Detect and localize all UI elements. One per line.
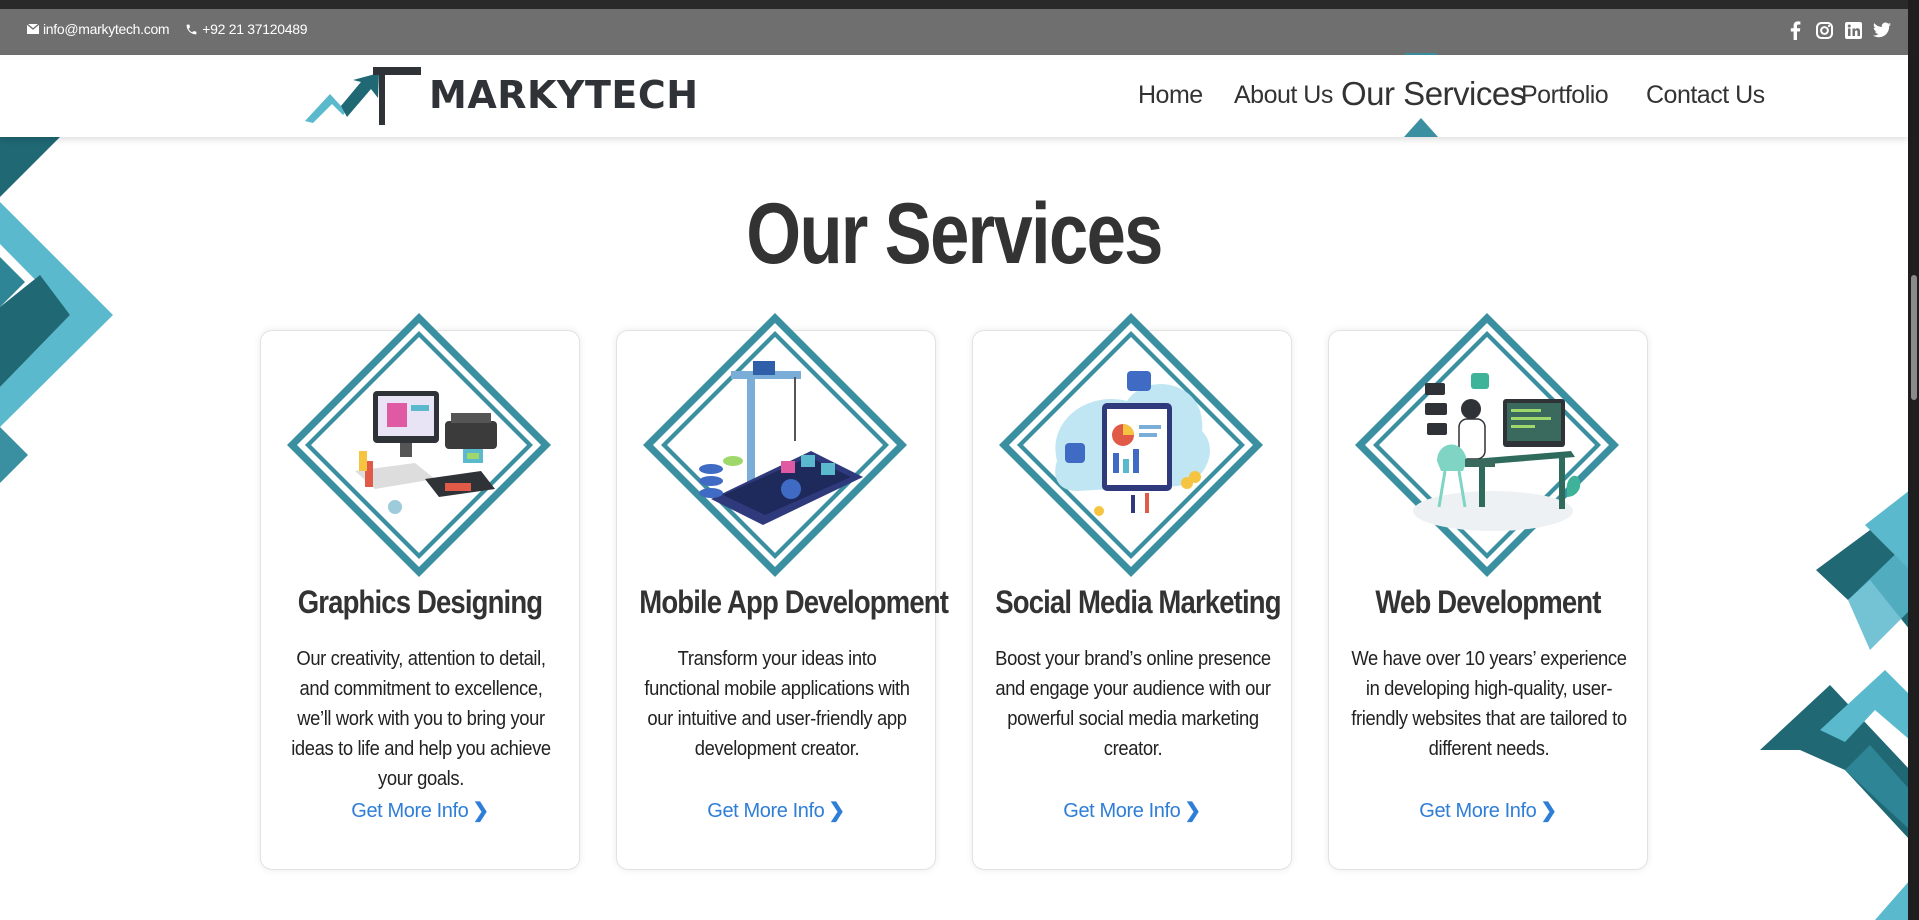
email-link[interactable]: info@markytech.com xyxy=(27,21,170,37)
main-nav: Home About Us Our Services Portfolio Con… xyxy=(1130,75,1765,117)
logo-mark-icon xyxy=(305,67,421,125)
scrollbar-thumb[interactable] xyxy=(1911,275,1917,400)
email-text: info@markytech.com xyxy=(43,21,170,37)
contact-info: info@markytech.com +92 21 37120489 xyxy=(27,21,307,37)
chevron-right-icon: ❯ xyxy=(1540,800,1557,822)
web-development-illustration xyxy=(1355,313,1619,577)
service-card-social-media: Social Media Marketing Boost your brand’… xyxy=(972,313,1292,870)
social-links xyxy=(1786,20,1891,40)
twitter-icon[interactable] xyxy=(1873,21,1891,39)
logo-text: MarkyTech xyxy=(429,73,699,117)
card-title: Social Media Marketing xyxy=(995,584,1281,620)
link-label: Get More Info xyxy=(707,800,825,822)
get-more-info-link[interactable]: Get More Info ❯ xyxy=(617,798,935,823)
envelope-icon xyxy=(27,24,39,34)
mobile-app-illustration xyxy=(643,313,907,577)
logo[interactable]: MarkyTech xyxy=(305,65,699,125)
card-description: Transform your ideas into functional mob… xyxy=(644,648,910,760)
page-scrollbar[interactable] xyxy=(1908,0,1919,920)
left-decoration xyxy=(0,137,113,483)
active-nav-indicator-bottom xyxy=(1404,116,1438,137)
nav-our-services[interactable]: Our Services xyxy=(1341,75,1526,113)
service-card-web-development: Web Development We have over 10 years’ e… xyxy=(1328,313,1648,870)
facebook-icon[interactable] xyxy=(1786,20,1804,40)
social-media-illustration xyxy=(999,313,1263,577)
service-card-graphics: Graphics Designing Our creativity, atten… xyxy=(260,313,580,870)
service-card-mobile-app: Mobile App Development Transform your id… xyxy=(616,313,949,870)
nav-home[interactable]: Home xyxy=(1138,81,1203,110)
right-decoration xyxy=(1760,490,1910,920)
link-label: Get More Info xyxy=(351,800,469,822)
phone-link[interactable]: +92 21 37120489 xyxy=(185,21,307,37)
get-more-info-link[interactable]: Get More Info ❯ xyxy=(1329,798,1647,823)
nav-about-us[interactable]: About Us xyxy=(1234,81,1333,110)
chevron-right-icon: ❯ xyxy=(1184,800,1201,822)
section-title: Our Services xyxy=(746,186,1163,282)
link-label: Get More Info xyxy=(1419,800,1537,822)
card-title: Mobile App Development xyxy=(639,584,949,620)
chevron-right-icon: ❯ xyxy=(828,800,845,822)
main-header: MarkyTech Home About Us Our Services Por… xyxy=(0,55,1908,137)
top-info-bar: info@markytech.com +92 21 37120489 xyxy=(0,0,1919,55)
nav-contact-us[interactable]: Contact Us xyxy=(1646,81,1765,110)
nav-portfolio[interactable]: Portfolio xyxy=(1521,81,1609,110)
card-title: Graphics Designing xyxy=(297,584,543,620)
linkedin-icon[interactable] xyxy=(1844,21,1862,39)
chevron-right-icon: ❯ xyxy=(472,800,489,822)
card-title: Web Development xyxy=(1375,584,1601,620)
instagram-icon[interactable] xyxy=(1815,21,1833,39)
get-more-info-link[interactable]: Get More Info ❯ xyxy=(261,798,579,823)
get-more-info-link[interactable]: Get More Info ❯ xyxy=(973,798,1291,823)
card-description: We have over 10 years’ experience in dev… xyxy=(1351,648,1627,760)
phone-icon xyxy=(186,24,197,34)
card-description: Boost your brand’s online presence and e… xyxy=(995,648,1271,760)
phone-text: +92 21 37120489 xyxy=(202,21,308,37)
card-description: Our creativity, attention to detail, and… xyxy=(291,648,551,790)
graphics-design-illustration xyxy=(287,313,551,577)
link-label: Get More Info xyxy=(1063,800,1181,822)
